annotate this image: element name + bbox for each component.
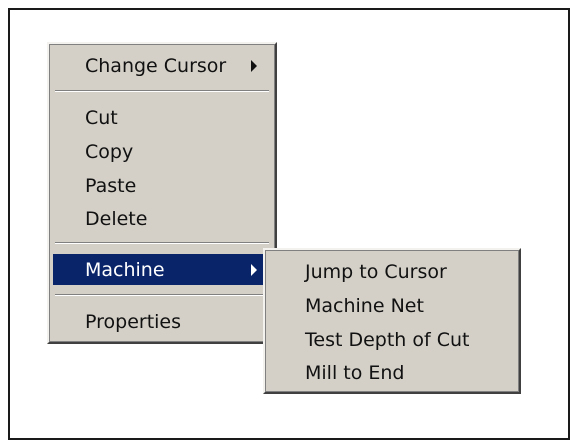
- menu-item-label: Machine: [85, 258, 165, 281]
- submenu-item-mill-to-end[interactable]: Mill to End: [269, 357, 515, 388]
- menu-item-delete[interactable]: Delete: [53, 203, 271, 234]
- submenu-item-test-depth-of-cut[interactable]: Test Depth of Cut: [269, 324, 515, 355]
- menu-item-label: Cut: [85, 106, 118, 129]
- menu-item-change-cursor[interactable]: Change Cursor: [53, 50, 271, 81]
- menu-item-label: Properties: [85, 310, 182, 333]
- menu-item-label: Mill to End: [305, 361, 405, 384]
- menu-item-label: Change Cursor: [85, 54, 227, 77]
- submenu-arrow-icon: [251, 263, 257, 276]
- menu-item-machine[interactable]: Machine: [53, 254, 271, 285]
- menu-separator: [55, 90, 269, 92]
- menu-item-cut[interactable]: Cut: [53, 102, 271, 133]
- submenu-item-jump-to-cursor[interactable]: Jump to Cursor: [269, 256, 515, 287]
- menu-item-label: Jump to Cursor: [305, 260, 447, 283]
- menu-item-properties[interactable]: Properties: [53, 306, 271, 337]
- menu-item-copy[interactable]: Copy: [53, 136, 271, 167]
- submenu-arrow-icon: [251, 59, 257, 72]
- menu-item-label: Paste: [85, 174, 137, 197]
- menu-item-label: Test Depth of Cut: [305, 328, 470, 351]
- submenu-item-machine-net[interactable]: Machine Net: [269, 290, 515, 321]
- menu-item-paste[interactable]: Paste: [53, 170, 271, 201]
- menu-item-label: Machine Net: [305, 294, 424, 317]
- menu-item-label: Delete: [85, 207, 148, 230]
- menu-item-label: Copy: [85, 140, 134, 163]
- context-menu: Change Cursor Cut Copy Paste Delete Mach…: [47, 42, 277, 344]
- machine-submenu: Jump to Cursor Machine Net Test Depth of…: [263, 248, 521, 394]
- menu-separator: [55, 294, 269, 296]
- menu-separator: [55, 242, 269, 244]
